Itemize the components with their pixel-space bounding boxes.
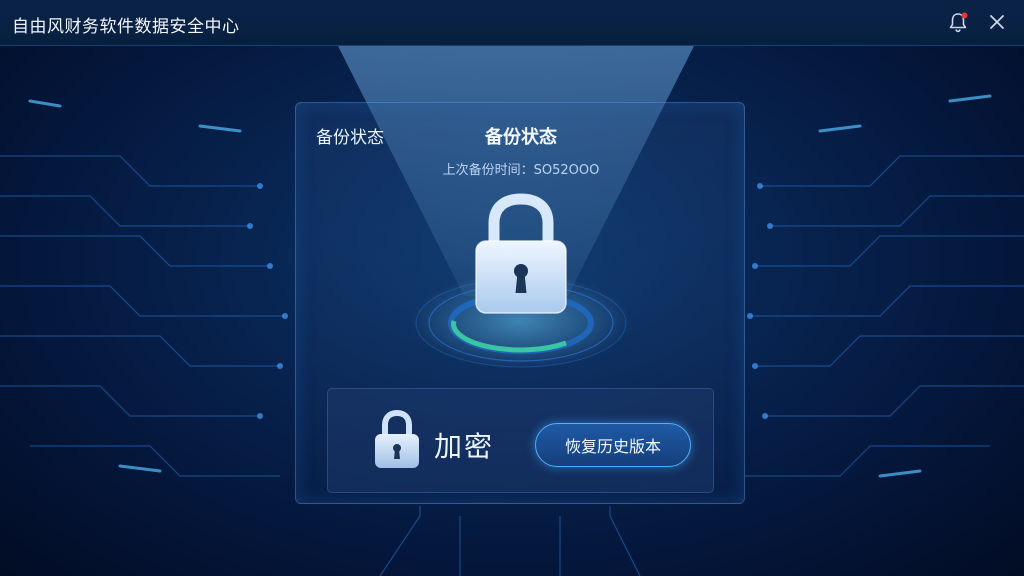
notification-dot [961, 12, 968, 19]
panel-title: 备份状态 [485, 127, 557, 148]
bell-icon[interactable] [946, 11, 970, 35]
action-bar: 加密 恢复历史版本 [327, 388, 714, 493]
lock-icon [375, 409, 419, 468]
encrypt-label: 加密 [434, 430, 495, 463]
window-title: 自由风财务软件数据安全中心 [12, 17, 240, 37]
title-bar: 自由风财务软件数据安全中心 [0, 0, 1024, 46]
backup-status-panel: 备份状态 备份状态 上次备份时间：SO52OOO 加密 恢复历史版本 [295, 102, 745, 504]
restore-history-button[interactable]: 恢复历史版本 [535, 423, 691, 467]
large-lock-icon [411, 193, 631, 369]
last-backup-time: 上次备份时间：SO52OOO [442, 163, 600, 178]
close-icon[interactable] [986, 11, 1008, 33]
